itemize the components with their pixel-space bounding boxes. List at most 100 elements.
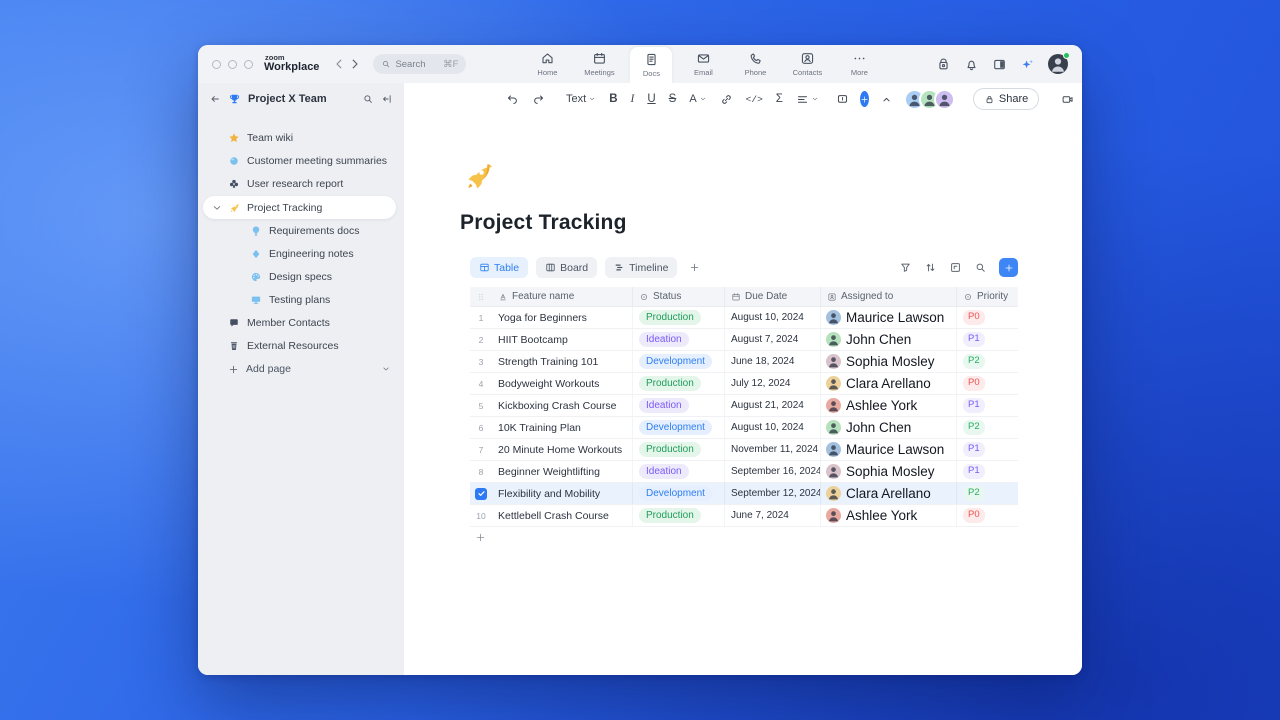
priority-cell[interactable]: P2	[956, 417, 1018, 438]
table-row-yoga-for-beginners[interactable]: 1 Yoga for Beginners Production August 1…	[470, 307, 1018, 329]
priority-cell[interactable]: P0	[956, 505, 1018, 526]
document-area[interactable]: Project Tracking Table Board Timeline Fe…	[404, 115, 1082, 675]
feature-cell[interactable]: 10K Training Plan	[492, 417, 632, 438]
status-cell[interactable]: Ideation	[632, 395, 724, 416]
filter-button[interactable]	[899, 261, 912, 274]
view-tab-board[interactable]: Board	[536, 257, 598, 278]
close-window-button[interactable]	[212, 59, 221, 69]
assignee-cell[interactable]: Clara Arellano	[820, 373, 956, 394]
status-cell[interactable]: Production	[632, 439, 724, 460]
bold-button[interactable]: B	[607, 92, 619, 106]
collapse-toolbar-button[interactable]	[878, 92, 895, 107]
topnav-home[interactable]: Home	[526, 47, 568, 81]
page-title[interactable]: Project Tracking	[460, 211, 1082, 235]
row-checkbox[interactable]	[470, 483, 492, 504]
feature-cell[interactable]: 20 Minute Home Workouts	[492, 439, 632, 460]
feature-cell[interactable]: Kickboxing Crash Course	[492, 395, 632, 416]
priority-cell[interactable]: P2	[956, 483, 1018, 504]
sidebar-item-team-wiki[interactable]: Team wiki	[198, 127, 404, 149]
row-number[interactable]: 10	[470, 505, 492, 526]
table-row-kickboxing-crash-course[interactable]: 5 Kickboxing Crash Course Ideation Augus…	[470, 395, 1018, 417]
notifications-button[interactable]	[964, 57, 979, 72]
priority-cell[interactable]: P1	[956, 461, 1018, 482]
add-record-button[interactable]	[999, 258, 1018, 277]
nav-back-button[interactable]	[331, 56, 347, 72]
undo-button[interactable]	[504, 92, 521, 107]
status-cell[interactable]: Ideation	[632, 461, 724, 482]
assignee-cell[interactable]: Clara Arellano	[820, 483, 956, 504]
back-arrow-icon[interactable]	[209, 93, 221, 105]
chevron-down-icon[interactable]	[211, 202, 223, 214]
doc-rocket-icon[interactable]	[460, 160, 494, 194]
table-row-flexibility-and-mobility[interactable]: Flexibility and Mobility Development Sep…	[470, 483, 1018, 505]
row-number[interactable]: 4	[470, 373, 492, 394]
sidebar-item-engineering-notes[interactable]: Engineering notes	[198, 243, 404, 265]
sidebar-item-customer-meeting-summaries[interactable]: Customer meeting summaries	[198, 150, 404, 172]
assignee-cell[interactable]: Maurice Lawson	[820, 307, 956, 328]
due-date-cell[interactable]: September 12, 2024	[724, 483, 820, 504]
status-cell[interactable]: Development	[632, 351, 724, 372]
strikethrough-button[interactable]: S	[667, 92, 679, 106]
column-header-assigned-to[interactable]: Assigned to	[820, 287, 956, 306]
ai-companion-button[interactable]	[1020, 57, 1035, 72]
sidebar-item-user-research-report[interactable]: User research report	[198, 173, 404, 195]
topnav-contacts[interactable]: Contacts	[786, 47, 828, 81]
table-row-10k-training-plan[interactable]: 6 10K Training Plan Development August 1…	[470, 417, 1018, 439]
priority-cell[interactable]: P1	[956, 395, 1018, 416]
table-row-20-minute-home-workouts[interactable]: 7 20 Minute Home Workouts Production Nov…	[470, 439, 1018, 461]
topnav-docs[interactable]: Docs	[630, 47, 673, 83]
feature-cell[interactable]: Beginner Weightlifting	[492, 461, 632, 482]
feature-cell[interactable]: Bodyweight Workouts	[492, 373, 632, 394]
topnav-meetings[interactable]: Meetings	[578, 47, 620, 81]
due-date-cell[interactable]: July 12, 2024	[724, 373, 820, 394]
assignee-cell[interactable]: John Chen	[820, 329, 956, 350]
status-cell[interactable]: Production	[632, 373, 724, 394]
topnav-phone[interactable]: Phone	[734, 47, 776, 81]
feature-cell[interactable]: Yoga for Beginners	[492, 307, 632, 328]
italic-button[interactable]: I	[629, 92, 637, 106]
column-header-due-date[interactable]: Due Date	[724, 287, 820, 306]
row-number[interactable]: 1	[470, 307, 492, 328]
add-row-button[interactable]	[470, 527, 1018, 547]
priority-cell[interactable]: P0	[956, 373, 1018, 394]
contact-center-button[interactable]	[936, 57, 951, 72]
table-drag-handle[interactable]	[470, 287, 492, 306]
feature-cell[interactable]: Kettlebell Crash Course	[492, 505, 632, 526]
row-number[interactable]: 8	[470, 461, 492, 482]
row-number[interactable]: 3	[470, 351, 492, 372]
checkbox-checked-icon[interactable]	[475, 487, 487, 500]
sidebar-item-requirements-docs[interactable]: Requirements docs	[198, 220, 404, 242]
sidebar-collapse-icon[interactable]	[381, 93, 393, 105]
text-color-dropdown[interactable]: A	[687, 92, 708, 106]
nav-forward-button[interactable]	[347, 56, 363, 72]
comment-button[interactable]	[834, 92, 851, 107]
insert-link-button[interactable]	[718, 92, 735, 107]
row-number[interactable]: 7	[470, 439, 492, 460]
due-date-cell[interactable]: August 21, 2024	[724, 395, 820, 416]
collaborator-3-avatar[interactable]	[933, 88, 955, 110]
sidebar-item-member-contacts[interactable]: Member Contacts	[198, 312, 404, 334]
status-cell[interactable]: Development	[632, 483, 724, 504]
column-header-status[interactable]: Status	[632, 287, 724, 306]
topnav-more[interactable]: More	[838, 47, 880, 81]
due-date-cell[interactable]: November 11, 2024	[724, 439, 820, 460]
due-date-cell[interactable]: September 16, 2024	[724, 461, 820, 482]
text-style-dropdown[interactable]: Text	[564, 92, 598, 106]
table-row-bodyweight-workouts[interactable]: 4 Bodyweight Workouts Production July 12…	[470, 373, 1018, 395]
feature-cell[interactable]: HIIT Bootcamp	[492, 329, 632, 350]
due-date-cell[interactable]: August 10, 2024	[724, 417, 820, 438]
expand-button[interactable]	[949, 261, 962, 274]
assignee-cell[interactable]: Maurice Lawson	[820, 439, 956, 460]
maximize-window-button[interactable]	[244, 59, 253, 69]
sidebar-search-icon[interactable]	[362, 93, 374, 105]
assignee-cell[interactable]: John Chen	[820, 417, 956, 438]
assignee-cell[interactable]: Ashlee York	[820, 395, 956, 416]
due-date-cell[interactable]: August 7, 2024	[724, 329, 820, 350]
sidebar-item-design-specs[interactable]: Design specs	[198, 266, 404, 288]
status-cell[interactable]: Ideation	[632, 329, 724, 350]
chevron-down-icon[interactable]	[381, 364, 391, 374]
view-tab-timeline[interactable]: Timeline	[605, 257, 678, 278]
sidebar-item-project-tracking[interactable]: Project Tracking	[203, 196, 396, 219]
table-row-hiit-bootcamp[interactable]: 2 HIIT Bootcamp Ideation August 7, 2024 …	[470, 329, 1018, 351]
underline-button[interactable]: U	[645, 92, 657, 106]
